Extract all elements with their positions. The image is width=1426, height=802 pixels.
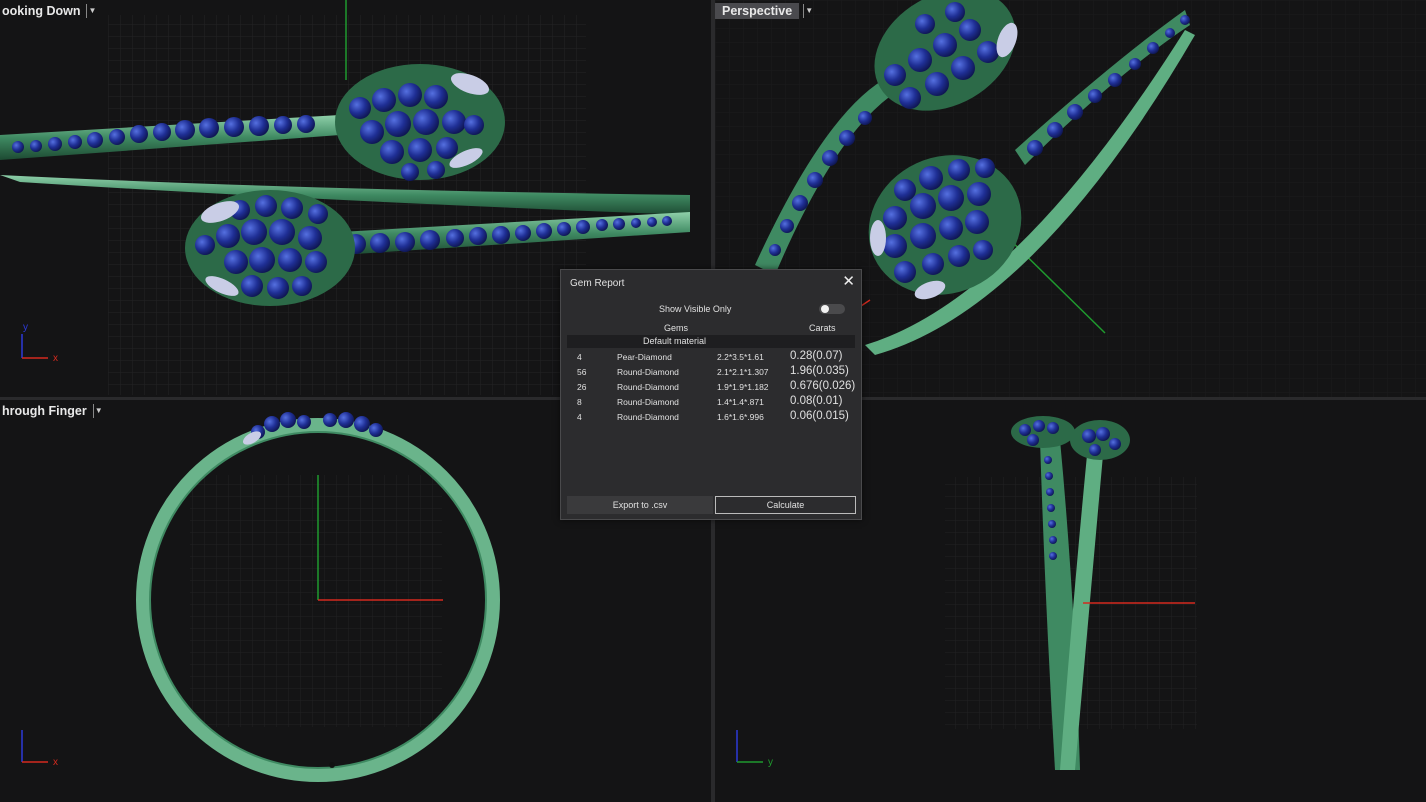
show-visible-only-toggle[interactable] (819, 304, 845, 314)
carats-column-header: Carats (809, 323, 836, 333)
material-label: Default material (643, 336, 707, 346)
gem-count: 26 (577, 382, 587, 392)
gem-count: 8 (577, 397, 582, 407)
gem-row[interactable]: 4 Pear-Diamond 2.2*3.5*1.61 0.28(0.07) (567, 350, 855, 365)
show-visible-only-label: Show Visible Only (659, 304, 732, 314)
viewport-title[interactable]: ooking Down ▼ (0, 2, 97, 20)
band-hole (329, 762, 335, 768)
gem-row[interactable]: 8 Round-Diamond 1.4*1.4*.871 0.08(0.01) (567, 395, 855, 410)
gem-row[interactable]: 26 Round-Diamond 1.9*1.9*1.182 0.676(0.0… (567, 380, 855, 395)
viewport-title-label: ooking Down (2, 4, 81, 18)
gem-carats: 0.06(0.015) (790, 410, 849, 422)
gem-row[interactable]: 4 Round-Diamond 1.6*1.6*.996 0.06(0.015) (567, 410, 855, 425)
material-group-row[interactable]: Default material (567, 335, 855, 348)
gizmo-x-label: x (53, 757, 58, 768)
show-visible-only-row: Show Visible Only (561, 303, 861, 317)
toggle-knob (821, 305, 829, 313)
gizmo-y-label: y (23, 322, 28, 333)
calculate-button[interactable]: Calculate (715, 496, 856, 514)
viewport-title[interactable]: Perspective ▼ (715, 2, 814, 20)
gems-column-header: Gems (664, 323, 689, 333)
gem-carats: 1.96(0.035) (790, 365, 849, 377)
viewport-title-label: Perspective (715, 3, 800, 19)
dialog-title: Gem Report (570, 278, 625, 289)
gizmo-y-label: y (768, 757, 773, 768)
dialog-header[interactable]: Gem Report ✕ (561, 270, 861, 296)
pear-gem (870, 220, 886, 256)
construction-grid (190, 475, 442, 727)
gem-count: 4 (577, 412, 582, 422)
viewport-title-label: hrough Finger (2, 404, 87, 418)
viewport-title[interactable]: hrough Finger ▼ (0, 402, 104, 420)
gem-report-dialog[interactable]: Gem Report ✕ Show Visible Only Gems Cara… (560, 269, 862, 520)
gem-carats: 0.08(0.01) (790, 395, 843, 407)
gem-row[interactable]: 56 Round-Diamond 2.1*2.1*1.307 1.96(0.03… (567, 365, 855, 380)
gem-count: 56 (577, 367, 587, 377)
gem-carats: 0.28(0.07) (790, 350, 843, 362)
export-csv-button[interactable]: Export to .csv (567, 496, 713, 514)
close-icon[interactable]: ✕ (842, 274, 855, 290)
gem-count: 4 (577, 352, 582, 362)
chevron-down-icon[interactable]: ▼ (92, 404, 104, 418)
chevron-down-icon[interactable]: ▼ (803, 4, 814, 18)
gem-carats: 0.676(0.026) (790, 380, 856, 392)
gizmo-x-label: x (53, 353, 58, 364)
chevron-down-icon[interactable]: ▼ (86, 4, 97, 18)
